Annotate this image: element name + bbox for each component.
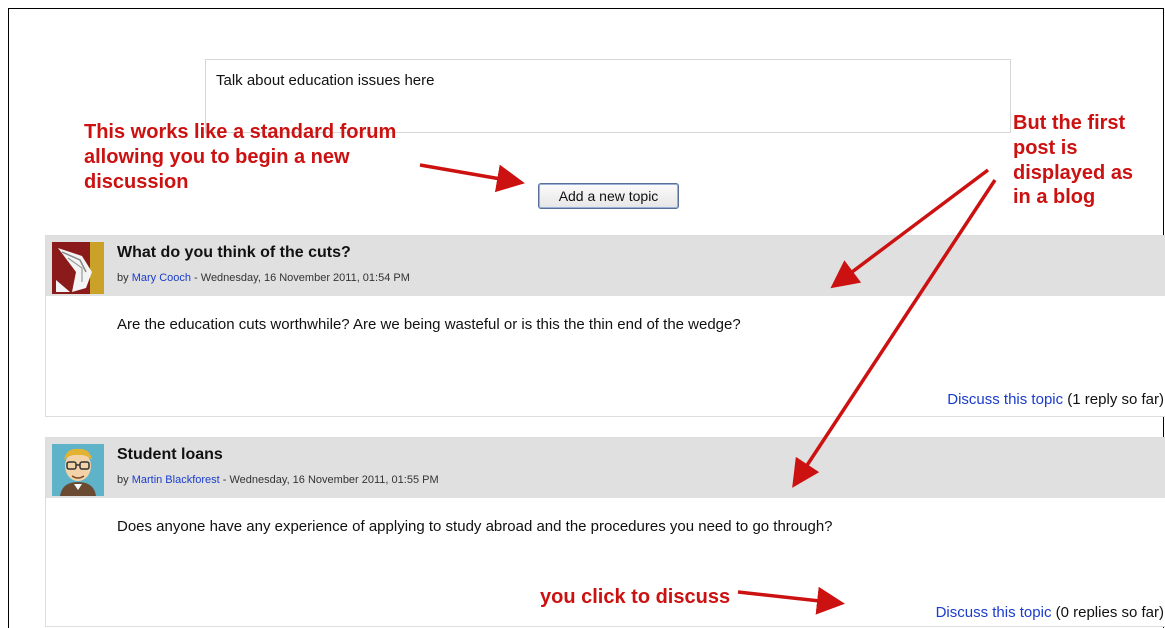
reply-count: (1 reply so far): [1067, 391, 1164, 408]
annotation-line: you click to discuss: [540, 586, 731, 608]
annotation-line: allowing you to begin a new: [84, 145, 350, 168]
add-new-topic-button[interactable]: Add a new topic: [538, 183, 679, 209]
post-footer: Discuss this topic (0 replies so far): [936, 604, 1164, 621]
annotation-line: discussion: [84, 170, 189, 193]
annotation-blog-display: But the first post is displayed as in a …: [1013, 111, 1133, 210]
avatar-picture-icon: [52, 242, 104, 294]
discuss-topic-link[interactable]: Discuss this topic: [947, 391, 1063, 408]
post-subject: What do you think of the cuts?: [117, 244, 351, 261]
forum-post: What do you think of the cuts? by Mary C…: [45, 235, 1165, 417]
post-body: Does anyone have any experience of apply…: [117, 518, 833, 535]
annotation-line: in a blog: [1013, 186, 1096, 209]
reply-count: (0 replies so far): [1055, 604, 1164, 621]
author-link[interactable]: Mary Cooch: [132, 272, 191, 284]
post-subject: Student loans: [117, 446, 223, 463]
post-date: - Wednesday, 16 November 2011, 01:54 PM: [190, 272, 410, 284]
annotation-standard-forum: This works like a standard forum allowin…: [84, 120, 396, 194]
post-byline: by Mary Cooch - Wednesday, 16 November 2…: [117, 272, 410, 284]
by-label: by: [117, 272, 129, 284]
discuss-topic-link[interactable]: Discuss this topic: [936, 604, 1052, 621]
annotation-line: post is: [1013, 136, 1078, 159]
annotation-line: But the first: [1013, 112, 1126, 134]
author-link[interactable]: Martin Blackforest: [132, 474, 220, 486]
by-label: by: [117, 474, 129, 486]
post-header: What do you think of the cuts? by Mary C…: [46, 236, 1165, 296]
avatar-picture-icon: [52, 444, 104, 496]
post-byline: by Martin Blackforest - Wednesday, 16 No…: [117, 474, 439, 486]
annotation-line: displayed as: [1013, 161, 1134, 184]
post-footer: Discuss this topic (1 reply so far): [947, 391, 1164, 408]
forum-intro-text: Talk about education issues here: [216, 72, 435, 89]
screenshot-frame: Talk about education issues here Add a n…: [8, 8, 1165, 628]
post-body: Are the education cuts worthwhile? Are w…: [117, 316, 741, 333]
post-header: Student loans by Martin Blackforest - We…: [46, 438, 1165, 498]
annotation-click-to-discuss: you click to discuss: [540, 585, 730, 610]
user-avatar[interactable]: [52, 444, 104, 496]
user-avatar[interactable]: [52, 242, 104, 294]
annotation-line: This works like a standard forum: [84, 121, 397, 143]
post-date: - Wednesday, 16 November 2011, 01:55 PM: [219, 474, 439, 486]
